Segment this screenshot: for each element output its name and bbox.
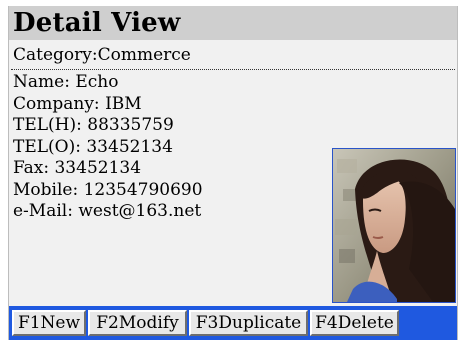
company-field: Company: IBM	[13, 93, 142, 114]
modify-button[interactable]: F2Modify	[88, 310, 187, 336]
duplicate-button[interactable]: F3Duplicate	[189, 310, 308, 336]
title-bar: Detail View	[9, 6, 457, 40]
function-key-toolbar: F1New F2Modify F3Duplicate F4Delete	[9, 306, 457, 340]
mobile-field: Mobile: 12354790690	[13, 179, 203, 200]
page-title: Detail View	[13, 8, 181, 38]
delete-button[interactable]: F4Delete	[310, 310, 399, 336]
detail-view-screen: Detail View Category:Commerce Name: Echo…	[8, 6, 458, 340]
home-phone-field: TEL(H): 88335759	[13, 115, 174, 135]
contact-photo	[332, 148, 456, 303]
contact-fields: Name: Echo Company: IBM TEL(H): 88335759…	[13, 72, 203, 223]
name-field: Name: Echo	[13, 72, 119, 92]
new-button[interactable]: F1New	[12, 310, 86, 336]
fax-field: Fax: 33452134	[13, 158, 142, 178]
office-phone-field: TEL(O): 33452134	[13, 136, 173, 157]
contact-photo-image	[333, 149, 455, 302]
email-field: e-Mail: west@163.net	[13, 201, 202, 221]
category-label: Category:Commerce	[13, 45, 191, 65]
dotted-divider	[11, 69, 455, 70]
